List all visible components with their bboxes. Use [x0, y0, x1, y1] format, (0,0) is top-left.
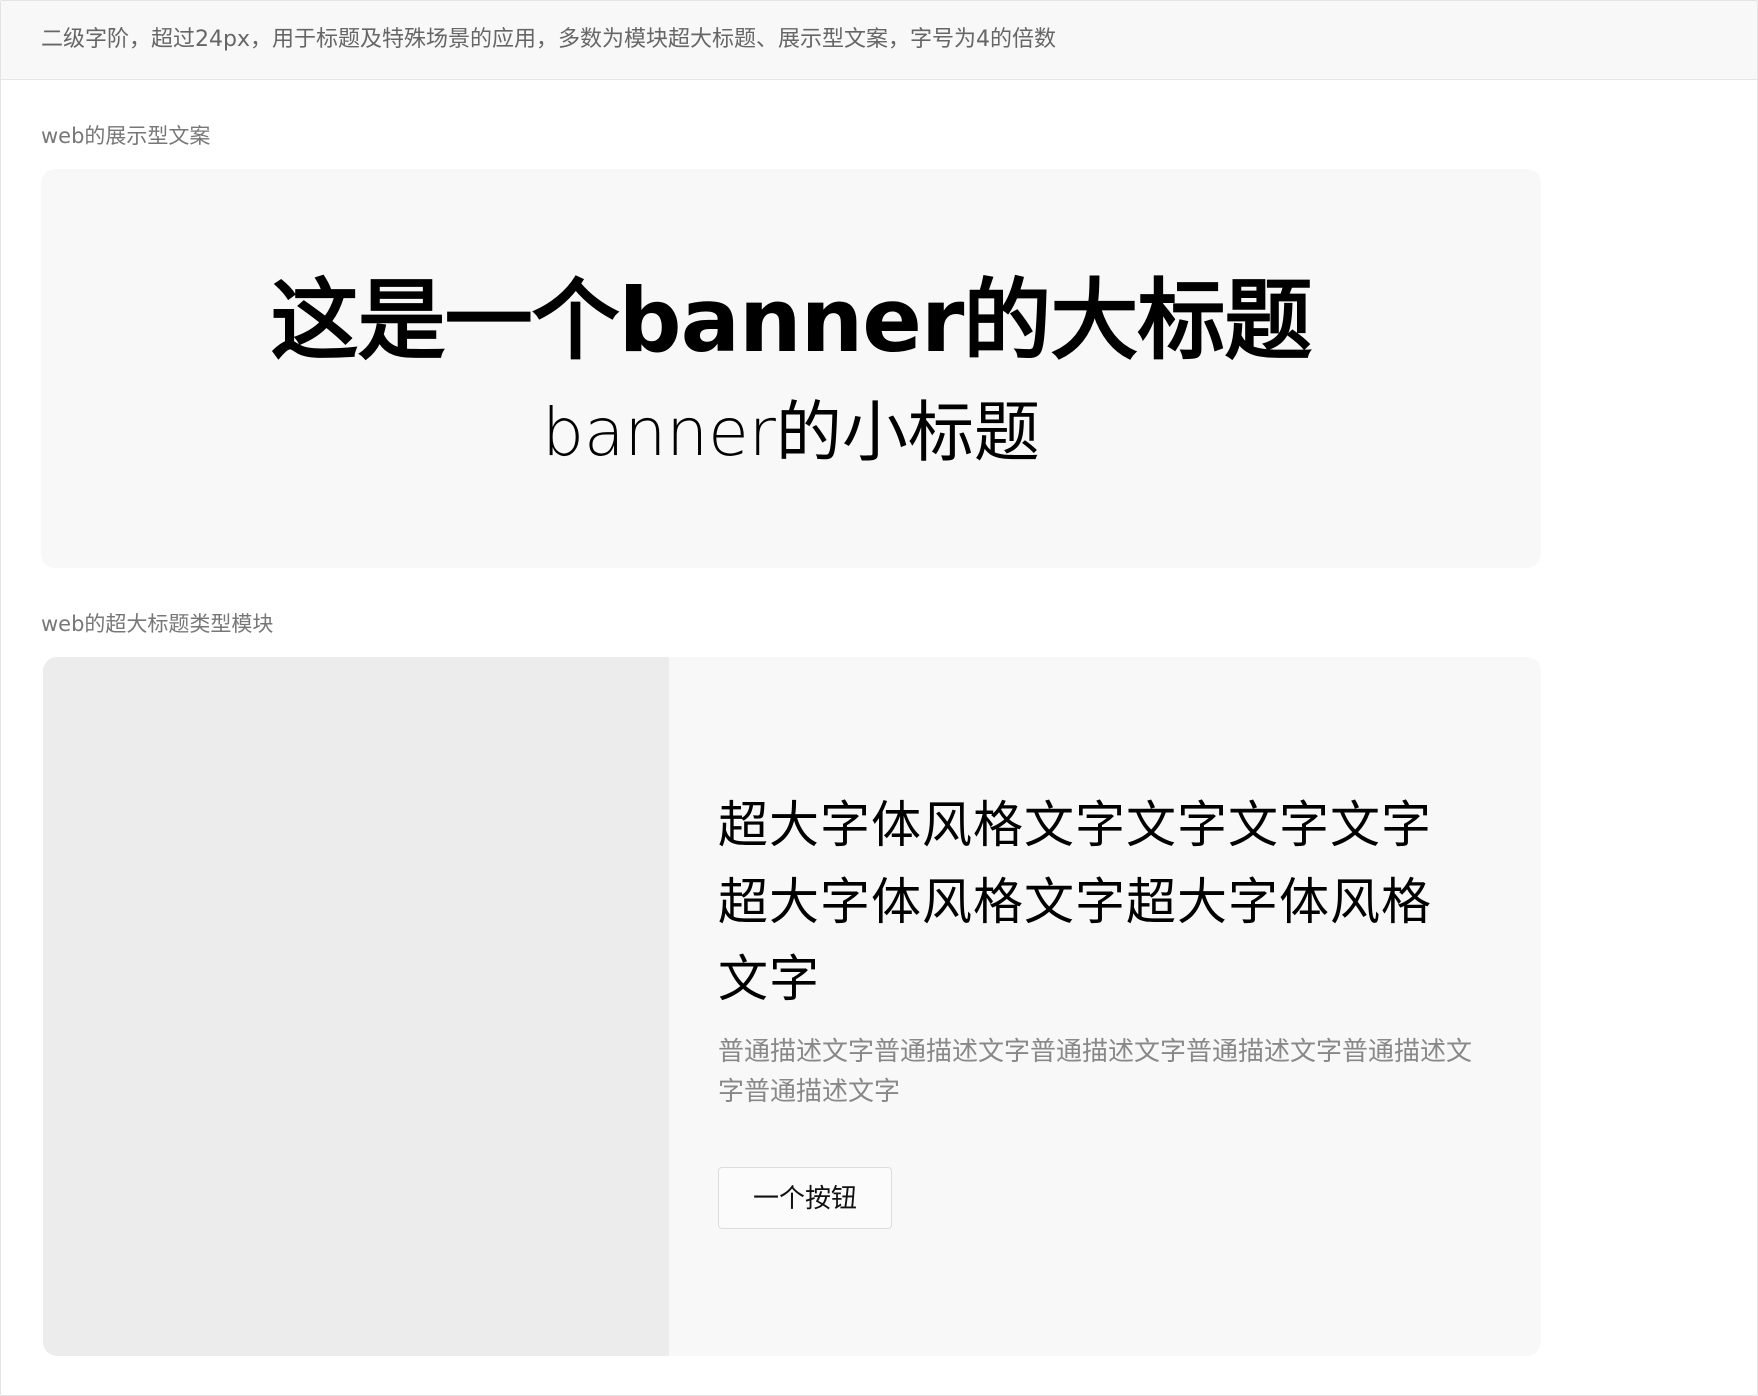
- module-description: 普通描述文字普通描述文字普通描述文字普通描述文字普通描述文字普通描述文字: [718, 1037, 1473, 1107]
- header-description: 二级字阶，超过24px，用于标题及特殊场景的应用，多数为模块超大标题、展示型文案…: [41, 27, 1056, 52]
- banner-card: 这是一个banner的大标题 banner的小标题: [41, 169, 1541, 568]
- module-content: 超大字体风格文字文字文字文字超大字体风格文字超大字体风格文字 普通描述文字普通描…: [718, 787, 1478, 1229]
- banner-section-label: web的展示型文案: [41, 124, 211, 148]
- image-placeholder: [43, 657, 669, 1356]
- module-action-button[interactable]: 一个按钮: [718, 1167, 892, 1229]
- module-section-label: web的超大标题类型模块: [41, 612, 274, 636]
- page-frame: 二级字阶，超过24px，用于标题及特殊场景的应用，多数为模块超大标题、展示型文案…: [0, 0, 1758, 1396]
- header-bar: 二级字阶，超过24px，用于标题及特殊场景的应用，多数为模块超大标题、展示型文案…: [1, 1, 1757, 80]
- banner-title: 这是一个banner的大标题: [270, 269, 1313, 372]
- banner-subtitle: banner的小标题: [542, 394, 1040, 471]
- module-title: 超大字体风格文字文字文字文字超大字体风格文字超大字体风格文字: [718, 796, 1432, 1008]
- module-card: 超大字体风格文字文字文字文字超大字体风格文字超大字体风格文字 普通描述文字普通描…: [43, 657, 1541, 1356]
